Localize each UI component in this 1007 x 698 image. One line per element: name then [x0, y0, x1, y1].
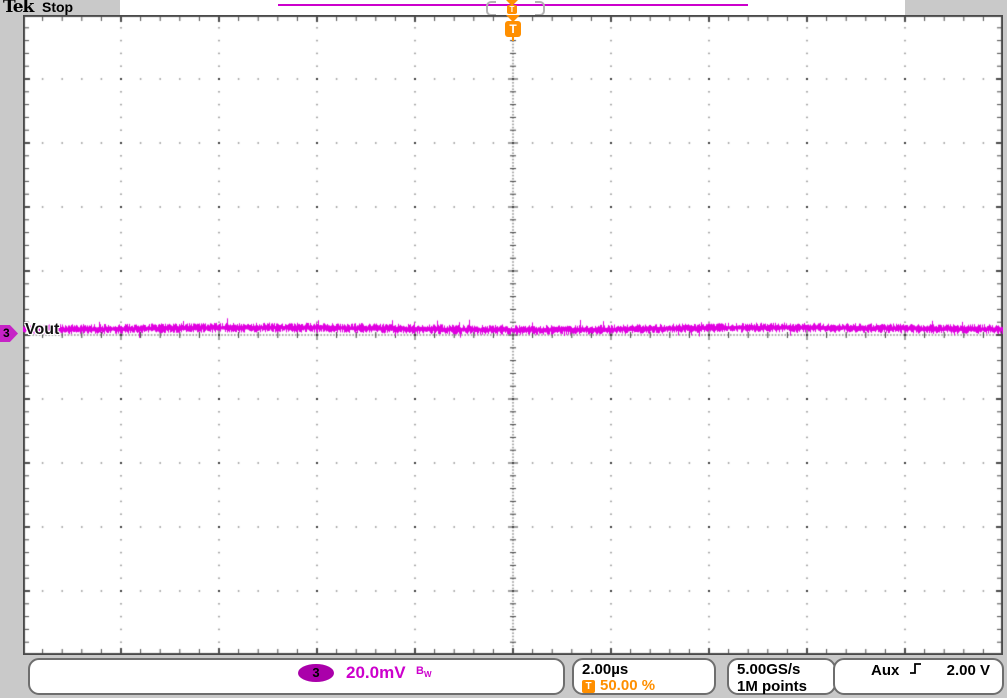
top-bar: T Tek Stop — [0, 0, 1007, 15]
trigger-position-value: 50.00 % — [600, 678, 655, 694]
trigger-readout-box[interactable]: Aux 2.00 V — [833, 658, 1004, 695]
horizontal-readout-box[interactable]: 2.00µs T 50.00 % — [572, 658, 716, 695]
channel3-readout-box[interactable]: 3 20.0mV BW — [28, 658, 565, 695]
record-view-strip: T — [120, 0, 905, 15]
time-per-div-readout: 2.00µs — [582, 661, 706, 678]
record-view-trigger-marker[interactable]: T — [507, 5, 517, 14]
sample-rate-readout: 5.00GS/s — [737, 661, 826, 678]
trigger-source: Aux — [871, 663, 899, 679]
oscilloscope-screen: T Tek Stop T 3 Vout 3 20.0mV BW 2.00µs T… — [0, 0, 1007, 698]
zoom-window-bracket-left-icon[interactable] — [486, 1, 496, 16]
acquisition-status: Stop — [42, 0, 73, 15]
channel3-reference-marker[interactable]: 3 — [0, 325, 18, 342]
graticule-canvas — [23, 15, 1003, 655]
trigger-readout-row: Aux 2.00 V — [847, 662, 990, 679]
trigger-t-icon: T — [582, 680, 595, 693]
trigger-level: 2.00 V — [947, 663, 990, 679]
bandwidth-letter: B — [416, 665, 424, 677]
record-length-readout: 1M points — [737, 678, 826, 695]
bandwidth-sub-letter: W — [424, 670, 432, 679]
trigger-position-readout: T 50.00 % — [582, 678, 706, 694]
bandwidth-limit-icon: BW — [416, 665, 432, 679]
rising-edge-icon — [909, 662, 922, 679]
trigger-position-stem — [512, 37, 514, 41]
waveform-label: Vout — [25, 321, 59, 339]
channel3-scale-readout: 20.0mV — [346, 663, 406, 683]
trigger-position-flag[interactable]: T — [505, 21, 521, 37]
channel3-badge[interactable]: 3 — [298, 664, 334, 682]
zoom-window-bracket-right-icon[interactable] — [535, 1, 545, 16]
acquisition-readout-box[interactable]: 5.00GS/s 1M points — [727, 658, 836, 695]
